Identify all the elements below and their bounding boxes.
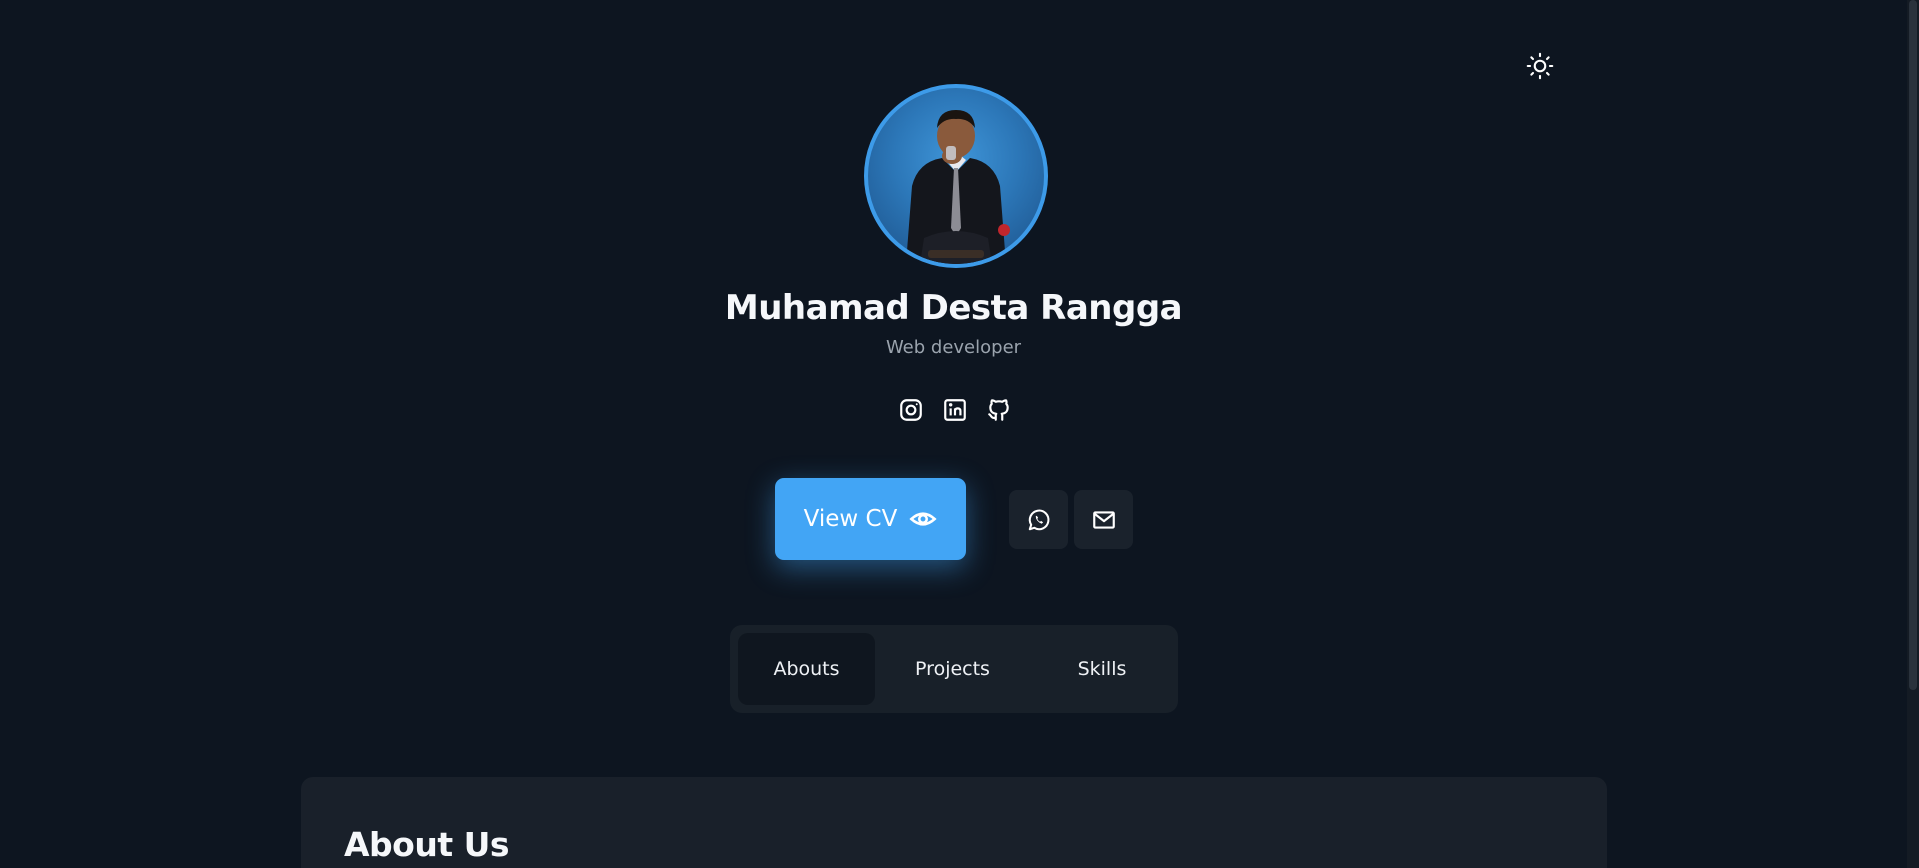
profile-role: Web developer [885,337,1022,358]
instagram-link[interactable] [897,396,925,424]
sun-icon [1526,52,1554,80]
instagram-icon [900,399,922,421]
section-tabs: Abouts Projects Skills [730,625,1178,713]
about-section: About Us [301,777,1607,868]
view-cv-label: View CV [803,506,898,532]
whatsapp-button[interactable] [1009,490,1068,549]
tab-skills[interactable]: Skills [1030,633,1174,705]
scrollbar-thumb[interactable] [1909,0,1917,690]
linkedin-link[interactable] [941,396,969,424]
github-link[interactable] [985,396,1013,424]
about-title: About Us [344,825,510,864]
linkedin-icon [944,399,966,421]
portfolio-page: Muhamad Desta Rangga Web developer View [0,0,1919,868]
github-icon [988,399,1009,421]
social-links [897,396,1013,424]
theme-toggle-button[interactable] [1524,50,1556,82]
profile-name: Muhamad Desta Rangga [724,288,1183,328]
profile-avatar [864,84,1048,268]
whatsapp-icon [1028,509,1049,530]
eye-icon [909,512,937,526]
email-button[interactable] [1074,490,1133,549]
profile-photo [906,110,1010,264]
tab-projects[interactable]: Projects [879,633,1026,705]
view-cv-button[interactable]: View CV [775,478,966,560]
mail-icon [1092,510,1115,529]
tab-abouts[interactable]: Abouts [738,633,875,705]
